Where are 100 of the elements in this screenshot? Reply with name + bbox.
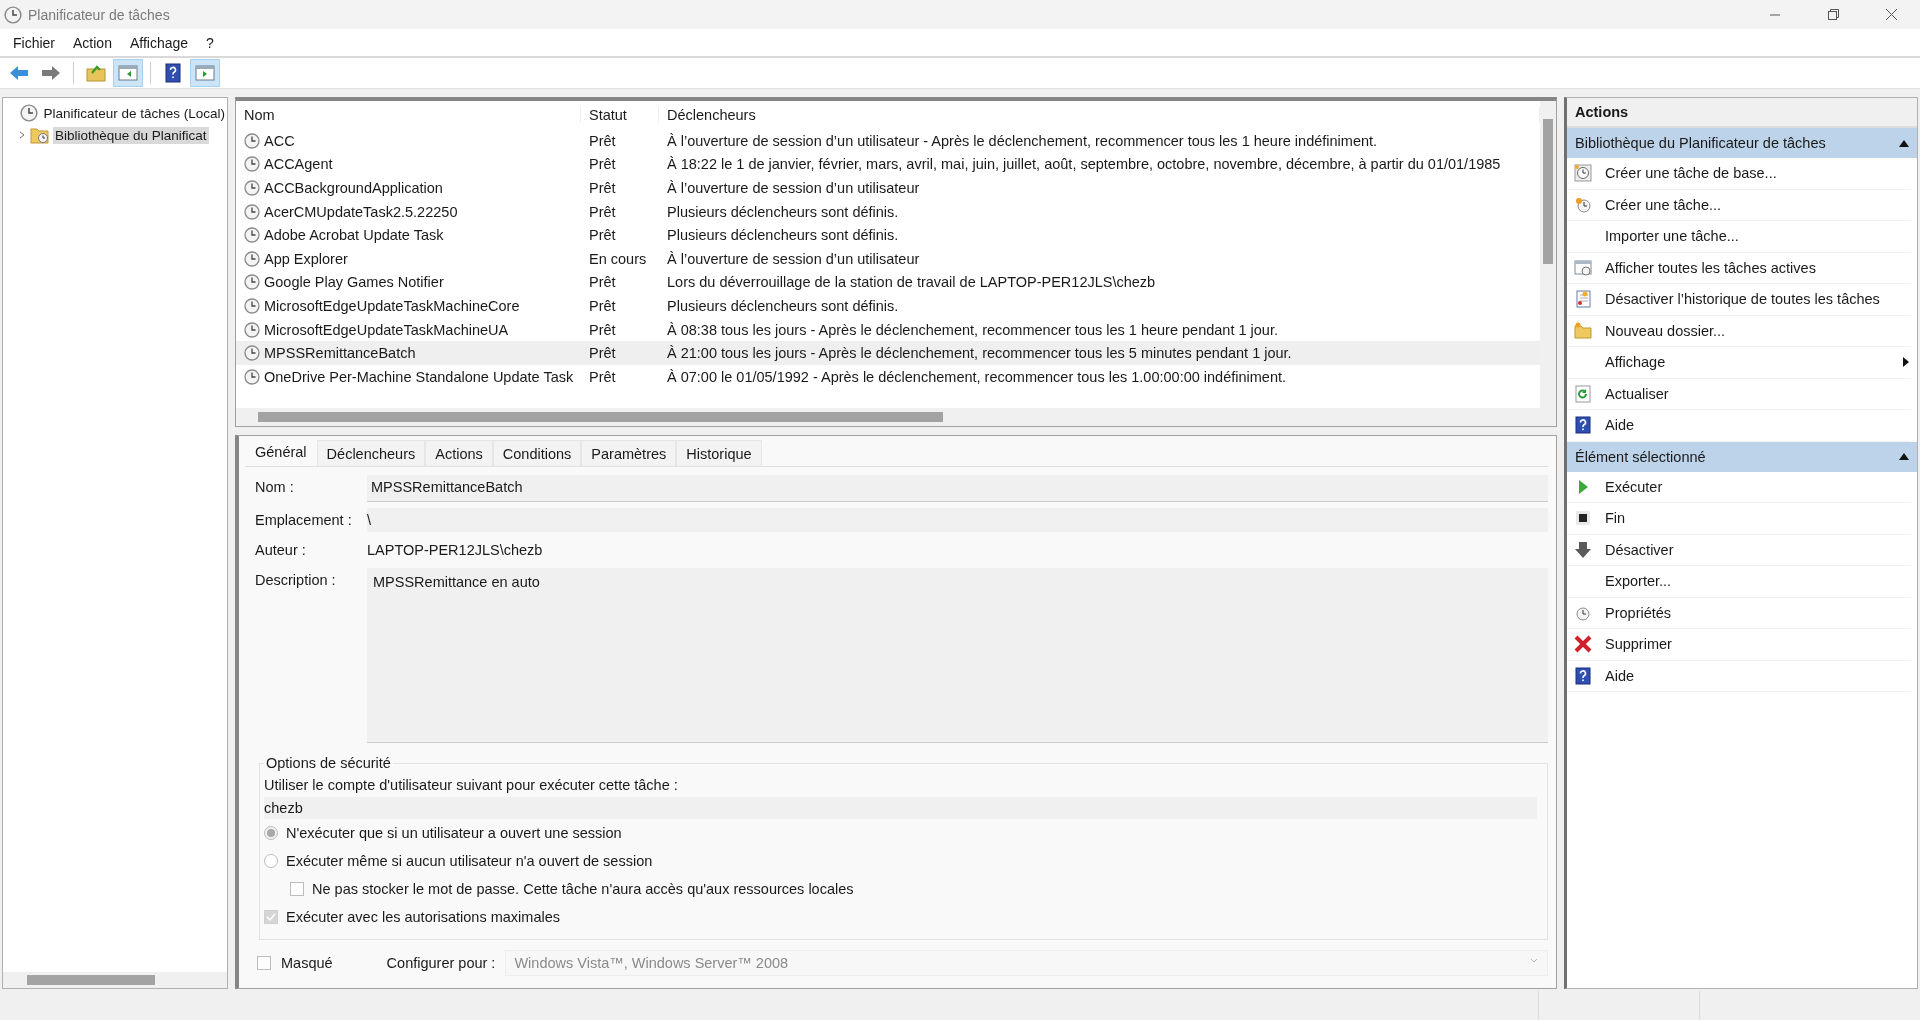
task-name: ACCBackgroundApplication [264, 180, 443, 196]
command-link[interactable]: Créer une tâche... [1567, 189, 1911, 221]
menu-item[interactable]: Affichage [120, 30, 198, 55]
help-icon[interactable] [164, 63, 182, 83]
notebook-icon [1574, 290, 1592, 309]
table-row[interactable]: OneDrive Per-Machine Standalone Update Task Prêt À 07:00 le 01/05/1992 - Après le déclenchement, recommencer tous les 1.00:00:00 indéfiniment. [236, 364, 1540, 389]
command-link[interactable]: Supprimer [1567, 629, 1911, 661]
command-link[interactable]: Désactiver [1567, 534, 1911, 566]
menu-item[interactable]: Action [64, 30, 121, 55]
table-cell-text: Prêt [588, 227, 617, 244]
tree-item[interactable]: Bibliothèque du Planificat [53, 126, 209, 144]
task-name: AcerCMUpdateTask2.5.22250 [264, 203, 458, 220]
table-cell-text: À 21:00 tous les jours - Après le déclenchement, recommencer tous les 5 minutes pendant 1 jour. [666, 345, 1293, 362]
pane-icon[interactable] [118, 64, 138, 82]
table-cell-text: Prêt [588, 345, 617, 362]
menu-item[interactable]: Fichier [4, 30, 64, 55]
folder-up-icon[interactable] [86, 64, 106, 82]
help-icon [1574, 666, 1592, 685]
tab[interactable]: Paramètres [581, 440, 677, 466]
tab[interactable]: Conditions [492, 440, 582, 466]
name-field[interactable]: MPSSRemittanceBatch [367, 475, 1548, 502]
checkbox[interactable] [290, 882, 304, 896]
command-link[interactable]: Affichage [1567, 347, 1911, 379]
command-link[interactable]: Actualiser [1567, 378, 1911, 410]
table-cell-text: Prêt [588, 203, 617, 220]
command-link[interactable]: Créer une tâche de base... [1567, 158, 1911, 190]
task-name: Adobe Acrobat Update Task [264, 227, 444, 244]
table-cell-text: Prêt [588, 321, 617, 338]
section-header[interactable]: Bibliothèque du Planificateur de tâches [1567, 128, 1917, 158]
task-name: MicrosoftEdgeUpdateTaskMachineUA [264, 321, 509, 338]
back-arrow-icon[interactable] [9, 65, 29, 81]
task-list-icon [1574, 258, 1592, 277]
account-prompt: Utiliser le compte d'utilisateur suivant pour exécuter cette tâche : [264, 776, 679, 795]
tree-item[interactable]: Planificateur de tâches (Local) [41, 104, 227, 122]
window-title: Planificateur de tâches [28, 6, 170, 23]
table-row[interactable]: MPSSRemittanceBatch Prêt À 21:00 tous les jours - Après le déclenchement, recommencer tous les 5 minutes pendant 1 jour. [236, 341, 1540, 365]
field-label: Configurer pour : [386, 955, 496, 971]
table-cell-text: Lors du déverrouillage de la station de travail de LAPTOP-PER12JLS\chezb [666, 274, 1157, 291]
command-link[interactable]: Désactiver l’historique de toutes les tâches [1567, 284, 1911, 316]
tab[interactable]: Actions [425, 440, 493, 466]
description-field[interactable]: MPSSRemittance en auto [367, 568, 1548, 743]
table-row[interactable]: AcerCMUpdateTask2.5.22250 Prêt Plusieurs déclencheurs sont définis. [236, 199, 1540, 224]
clock-icon [244, 368, 260, 385]
field-label: Description : [255, 571, 337, 588]
clock-folder-icon [30, 126, 50, 144]
forward-arrow-icon[interactable] [41, 65, 61, 81]
table-row[interactable]: ACCBackgroundApplication Prêt À l’ouverture de session d’un utilisateur [236, 176, 1540, 200]
column-header[interactable]: Statut [581, 107, 659, 123]
clock-icon [244, 227, 260, 244]
table-row[interactable]: ACC Prêt À l’ouverture de session d’un utilisateur - Après le déclenchement, recommencer tous les 1 heure indéfiniment. [236, 129, 1540, 153]
table-row[interactable]: Adobe Acrobat Update Task Prêt Plusieurs déclencheurs sont définis. [236, 223, 1540, 247]
command-link[interactable]: Nouveau dossier... [1567, 315, 1911, 347]
task-name: MicrosoftEdgeUpdateTaskMachineCore [264, 297, 520, 314]
scrollbar[interactable] [1540, 101, 1556, 408]
column-header[interactable]: Nom [236, 107, 581, 123]
command-link[interactable]: Aide [1567, 410, 1911, 442]
table-cell-text: À 08:38 tous les jours - Après le déclenchement, recommencer tous les 1 heure pendant 1 jour. [666, 321, 1279, 338]
collapse-icon[interactable] [1899, 453, 1909, 460]
chevron-icon[interactable] [17, 130, 27, 140]
table-cell-text: Plusieurs déclencheurs sont définis. [666, 297, 900, 314]
table-row[interactable]: Google Play Games Notifier Prêt Lors du déverrouillage de la station de travail de LAPTOP-PER12JLS\chezb [236, 270, 1540, 295]
command-link[interactable]: Importer une tâche... [1567, 221, 1911, 253]
scrollbar[interactable] [236, 408, 1556, 426]
table-cell-text: Prêt [588, 156, 617, 173]
table-cell-text: À l’ouverture de session d’un utilisateur [666, 250, 921, 267]
pane-icon[interactable] [195, 64, 215, 82]
tab[interactable]: Historique [676, 440, 762, 466]
clock-star-icon [1574, 195, 1592, 214]
submenu-arrow-icon [1903, 357, 1909, 368]
down-arrow-icon [1574, 540, 1592, 559]
menu-item[interactable]: ? [197, 30, 223, 55]
clock-icon [244, 156, 260, 173]
option-label: Masqué [281, 955, 333, 971]
clock-icon [244, 274, 260, 291]
task-name: OneDrive Per-Machine Standalone Update Task [264, 368, 574, 385]
refresh-icon [1574, 384, 1592, 403]
command-link[interactable]: Exécuter [1567, 471, 1911, 503]
table-row[interactable]: ACCAgent Prêt À 18:22 le 1 de janvier, février, mars, avril, mai, juin, juillet, août, septembre, octobre, novembre, décembre, à partir du 01/01/1985 [236, 152, 1540, 177]
table-row[interactable]: App Explorer En cours À l’ouverture de session d’un utilisateur [236, 246, 1540, 271]
radio-button[interactable] [264, 854, 278, 868]
tab[interactable]: Déclencheurs [316, 440, 426, 466]
clock-icon [244, 203, 260, 220]
command-link[interactable]: Exporter... [1567, 566, 1911, 598]
task-name: ACCAgent [264, 156, 333, 173]
command-link[interactable]: Afficher toutes les tâches actives [1567, 252, 1911, 284]
account-value: chezb [264, 797, 1537, 819]
command-link[interactable]: Propriétés [1567, 597, 1911, 629]
close-icon[interactable] [1885, 9, 1897, 20]
checkbox[interactable] [257, 956, 271, 970]
section-header[interactable]: Élément sélectionné [1567, 441, 1917, 472]
stop-icon [1574, 509, 1592, 528]
restore-icon[interactable] [1827, 9, 1839, 20]
table-row[interactable]: MicrosoftEdgeUpdateTaskMachineCore Prêt Plusieurs déclencheurs sont définis. [236, 294, 1540, 318]
table-row[interactable]: MicrosoftEdgeUpdateTaskMachineUA Prêt À 08:38 tous les jours - Après le déclenchement, recommencer tous les 1 heure pendant 1 jour. [236, 317, 1540, 342]
option-label: Exécuter même si aucun utilisateur n'a ouvert de session [286, 853, 653, 869]
command-link[interactable]: Aide [1567, 660, 1911, 692]
command-link[interactable]: Fin [1567, 503, 1911, 535]
collapse-icon[interactable] [1899, 139, 1909, 147]
table-cell-text: À l’ouverture de session d’un utilisateur - Après le déclenchement, recommencer tous les 1 heure indéfiniment. [666, 132, 1379, 149]
scrollbar[interactable] [3, 972, 227, 988]
